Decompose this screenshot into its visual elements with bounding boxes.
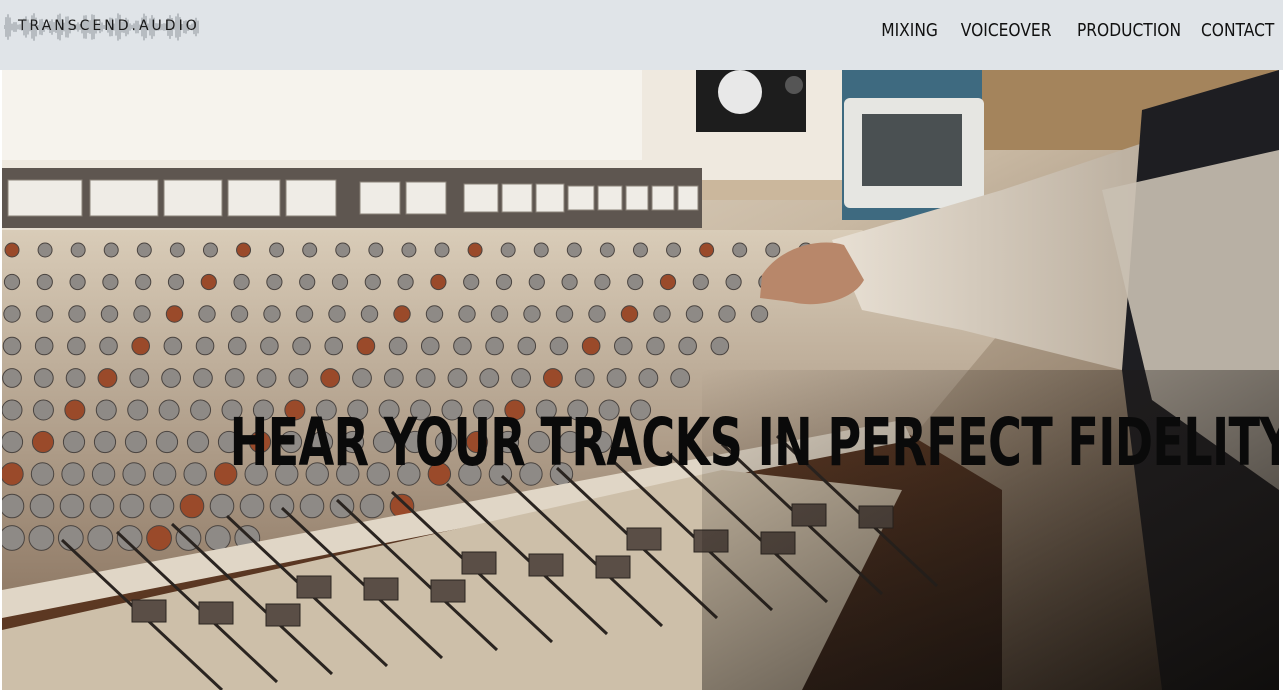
nav-link-mixing[interactable]: MIXING: [881, 20, 938, 41]
logo-link[interactable]: TRANSCEND.AUDIO: [4, 10, 204, 44]
hero-title-text: HEAR YOUR TRACKS IN PERFECT FIDELITY: [229, 404, 1279, 482]
hero-title: HEAR YOUR TRACKS IN PERFECT FIDELITY: [2, 404, 1279, 481]
nav-link-contact[interactable]: CONTACT: [1201, 20, 1274, 41]
main-nav: MIXING VOICEOVER PRODUCTION CONTACT: [872, 20, 1274, 41]
nav-link-voiceover[interactable]: VOICEOVER: [961, 20, 1052, 41]
nav-link-production[interactable]: PRODUCTION: [1077, 20, 1181, 41]
hero-section: HEAR YOUR TRACKS IN PERFECT FIDELITY: [2, 70, 1279, 690]
site-header: TRANSCEND.AUDIO MIXING VOICEOVER PRODUCT…: [0, 0, 1283, 70]
logo-text: TRANSCEND.AUDIO: [18, 18, 200, 34]
mixing-console-photo: [2, 70, 1279, 690]
